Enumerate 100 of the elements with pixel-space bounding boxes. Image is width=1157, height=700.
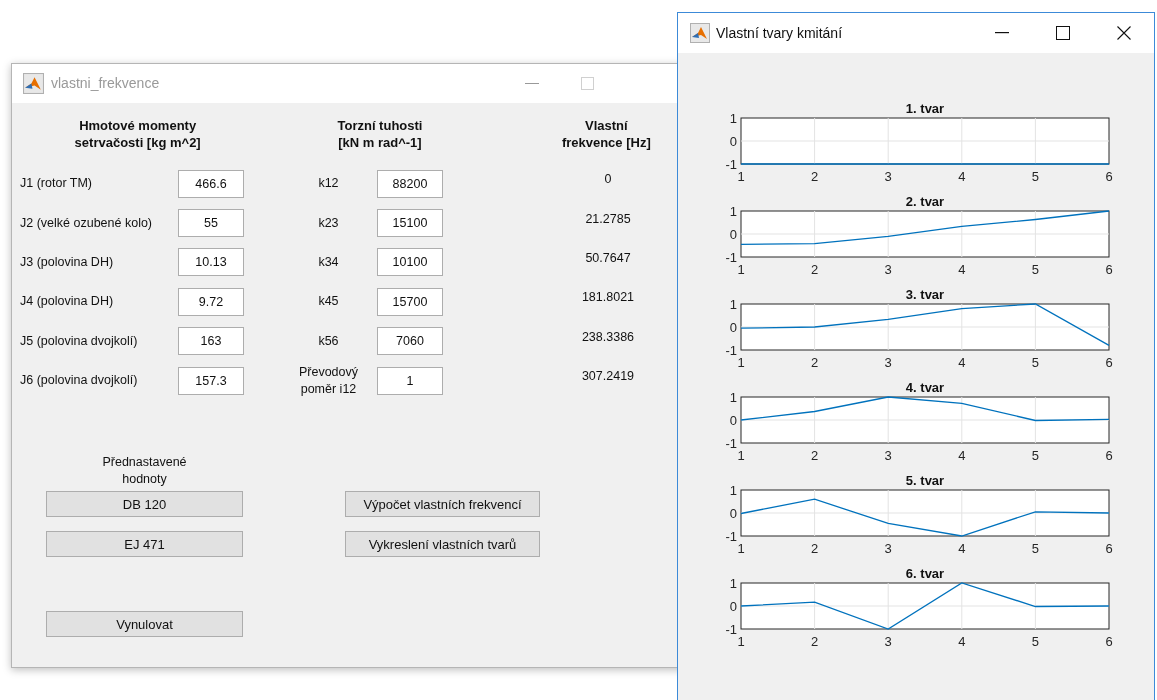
tick-label: -1: [725, 157, 737, 172]
tick-label: 2: [811, 541, 819, 556]
plot-title: 4. tvar: [905, 380, 945, 395]
field-label: k12: [317, 175, 340, 193]
tick-label: 5: [1031, 355, 1039, 370]
tick-label: 5: [1031, 634, 1039, 649]
tick-label: 2: [811, 634, 819, 649]
tick-label: -1: [725, 436, 737, 451]
tick-label: 3: [884, 634, 892, 649]
tick-label: 6: [1105, 448, 1113, 463]
tick-label: 3: [884, 541, 892, 556]
action-button[interactable]: Vykreslení vlastních tvarů: [345, 531, 540, 558]
tick-label: 3: [884, 169, 892, 184]
tick-label: 6: [1105, 355, 1113, 370]
tick-label: -1: [725, 343, 737, 358]
tick-label: 1: [729, 390, 737, 405]
minimize-icon[interactable]: [525, 82, 540, 85]
input-field[interactable]: 15700: [377, 287, 443, 316]
tick-label: -1: [725, 622, 737, 637]
peak-icon: [690, 23, 710, 43]
field-label: J6 (polovina dvojkolí): [19, 372, 139, 390]
section-label: Přednastavené hodnoty: [101, 454, 188, 489]
frequency-value: 238.3386: [580, 328, 636, 346]
frequency-value: 307.2419: [580, 368, 636, 386]
plot-title: 5. tvar: [905, 473, 945, 488]
frequency-value: 181.8021: [580, 289, 636, 307]
tick-label: 3: [884, 448, 892, 463]
tick-label: 0: [729, 506, 737, 521]
tick-label: 1: [729, 204, 737, 219]
field-label: J3 (polovina DH): [19, 254, 115, 272]
frequency-value: 21.2785: [584, 210, 632, 228]
tick-label: 1: [737, 541, 745, 556]
tick-label: 2: [811, 169, 819, 184]
input-field[interactable]: 466.6: [178, 169, 244, 198]
input-field[interactable]: 7060: [377, 327, 443, 356]
tick-label: 1: [737, 262, 745, 277]
maximize-icon: [1055, 26, 1070, 40]
input-field[interactable]: 88200: [377, 169, 443, 198]
tick-label: 5: [1031, 262, 1039, 277]
column-heading: Vlastní frekvence [Hz]: [560, 117, 652, 151]
field-label: J5 (polovina dvojkolí): [19, 332, 139, 350]
input-field[interactable]: 10.13: [178, 248, 244, 277]
tick-label: 4: [958, 634, 966, 649]
field-label: J1 (rotor TM): [19, 175, 93, 193]
tick-label: 2: [811, 355, 819, 370]
tick-label: 5: [1031, 541, 1039, 556]
plot-title: 2. tvar: [905, 194, 945, 209]
field-label: J4 (polovina DH): [19, 293, 115, 311]
maximize-icon[interactable]: [581, 77, 595, 90]
minimize-icon: [994, 32, 1009, 34]
tick-label: 1: [729, 483, 737, 498]
tick-label: 4: [958, 169, 966, 184]
tick-label: 0: [729, 599, 737, 614]
field-label: Převodový poměr i12: [297, 363, 360, 398]
tick-label: 1: [729, 576, 737, 591]
tick-label: 5: [1031, 448, 1039, 463]
tick-label: 6: [1105, 634, 1113, 649]
frequency-value: 50.7647: [584, 250, 632, 268]
tick-label: 4: [958, 541, 966, 556]
tick-label: 2: [811, 262, 819, 277]
tick-label: 0: [729, 320, 737, 335]
tick-label: 3: [884, 262, 892, 277]
field-label: k23: [317, 214, 340, 232]
input-field[interactable]: 163: [178, 327, 244, 356]
tick-label: 6: [1105, 262, 1113, 277]
tick-label: 1: [729, 297, 737, 312]
field-label: k56: [317, 332, 340, 350]
input-field[interactable]: 10100: [377, 248, 443, 277]
input-field[interactable]: 157.3: [178, 366, 244, 395]
tick-label: 1: [737, 448, 745, 463]
column-heading: Torzní tuhosti [kN m rad^-1]: [336, 117, 424, 151]
tick-label: 4: [958, 262, 966, 277]
tick-label: 1: [737, 634, 745, 649]
reset-button[interactable]: Vynulovat: [46, 611, 243, 638]
plot-title: 3. tvar: [905, 287, 945, 302]
tick-label: 0: [729, 413, 737, 428]
action-button[interactable]: Výpočet vlastních frekvencí: [345, 491, 540, 518]
tick-label: 1: [729, 111, 737, 126]
tick-label: 2: [811, 448, 819, 463]
tick-label: 0: [729, 134, 737, 149]
tick-label: 1: [737, 355, 745, 370]
input-field[interactable]: 1: [377, 366, 443, 395]
tick-label: -1: [725, 250, 737, 265]
column-heading: Hmotové momenty setrvačosti [kg m^2]: [73, 117, 202, 151]
peak-icon: [23, 73, 44, 94]
input-field[interactable]: 9.72: [178, 287, 244, 316]
close-icon: [1116, 26, 1131, 40]
field-label: k34: [317, 253, 340, 271]
tick-label: -1: [725, 529, 737, 544]
plot-title: 6. tvar: [905, 566, 945, 581]
tick-label: 6: [1105, 541, 1113, 556]
tick-label: 4: [958, 355, 966, 370]
window-title: vlastni_frekvence: [51, 74, 160, 93]
input-field[interactable]: 55: [178, 209, 244, 238]
preset-button[interactable]: EJ 471: [46, 531, 243, 558]
tick-label: 6: [1105, 169, 1113, 184]
tick-label: 3: [884, 355, 892, 370]
preset-button[interactable]: DB 120: [46, 491, 243, 518]
field-label: k45: [317, 293, 340, 311]
input-field[interactable]: 15100: [377, 209, 443, 238]
